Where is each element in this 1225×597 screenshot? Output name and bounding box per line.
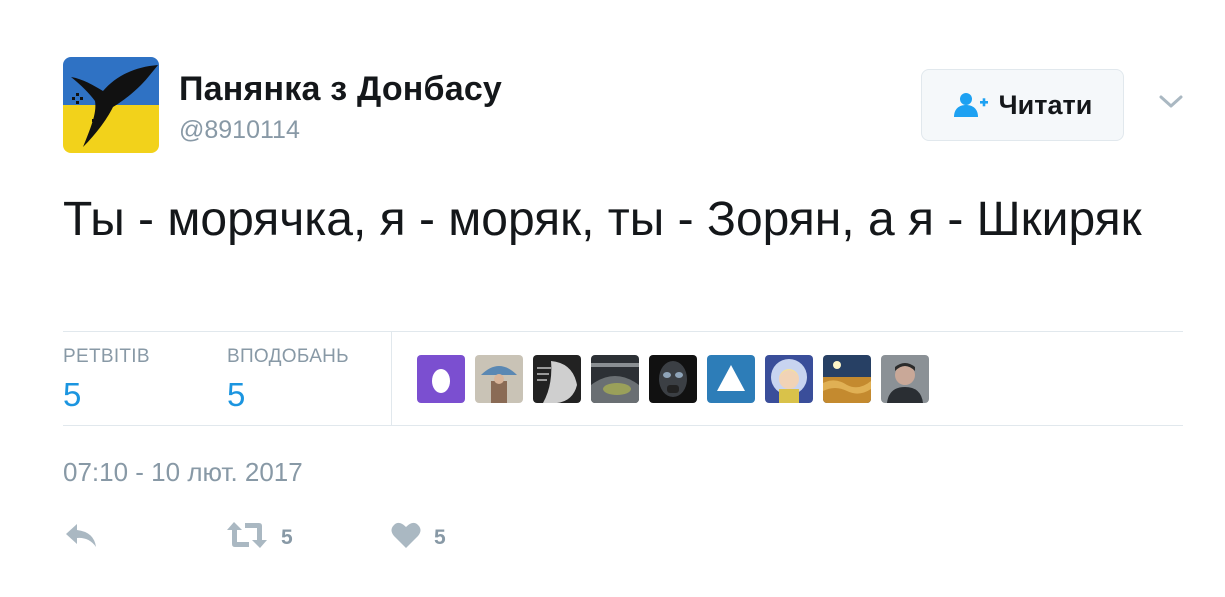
heart-icon [390, 520, 422, 555]
user-avatar[interactable] [63, 57, 159, 153]
liker-avatar-dark-mask[interactable] [649, 355, 697, 403]
reply-icon [63, 520, 99, 555]
like-button[interactable]: 5 [390, 520, 446, 555]
retweets-stat[interactable]: РЕТВІТІВ 5 [63, 346, 150, 414]
liker-avatar-egg[interactable] [417, 355, 465, 403]
stats-bottom-divider [63, 425, 1183, 426]
user-handle[interactable]: @8910114 [179, 116, 300, 145]
retweet-button[interactable]: 5 [225, 520, 293, 555]
display-name[interactable]: Панянка з Донбасу [179, 70, 502, 109]
follow-button[interactable]: Читати [921, 69, 1124, 141]
liker-avatar-wheat[interactable] [823, 355, 871, 403]
swallow-flag-icon [63, 57, 159, 153]
likes-label: ВПОДОБАНЬ [227, 346, 349, 367]
liker-avatar-umbrella[interactable] [475, 355, 523, 403]
retweets-label: РЕТВІТІВ [63, 346, 150, 367]
liker-avatar-bw-portrait[interactable] [533, 355, 581, 403]
liker-avatars [417, 355, 939, 403]
stats-top-divider [63, 331, 1183, 332]
retweets-count: 5 [63, 376, 82, 413]
liker-avatar-stadium[interactable] [591, 355, 639, 403]
chevron-down-icon[interactable] [1158, 92, 1184, 112]
likes-stat[interactable]: ВПОДОБАНЬ 5 [227, 346, 349, 414]
liker-avatar-man[interactable] [881, 355, 929, 403]
stats-vertical-divider [391, 332, 392, 425]
likes-count: 5 [227, 376, 246, 413]
tweet-timestamp[interactable]: 07:10 - 10 лют. 2017 [63, 457, 303, 488]
like-count: 5 [434, 525, 446, 549]
liker-avatar-triangle[interactable] [707, 355, 755, 403]
liker-avatar-child[interactable] [765, 355, 813, 403]
reply-button[interactable] [63, 520, 99, 555]
retweet-count: 5 [281, 525, 293, 549]
tweet-text: Ты - морячка, я - моряк, ты - Зорян, а я… [63, 193, 1142, 246]
follow-user-plus-icon [953, 92, 989, 118]
retweet-icon [225, 520, 269, 555]
follow-button-label: Читати [998, 89, 1093, 120]
